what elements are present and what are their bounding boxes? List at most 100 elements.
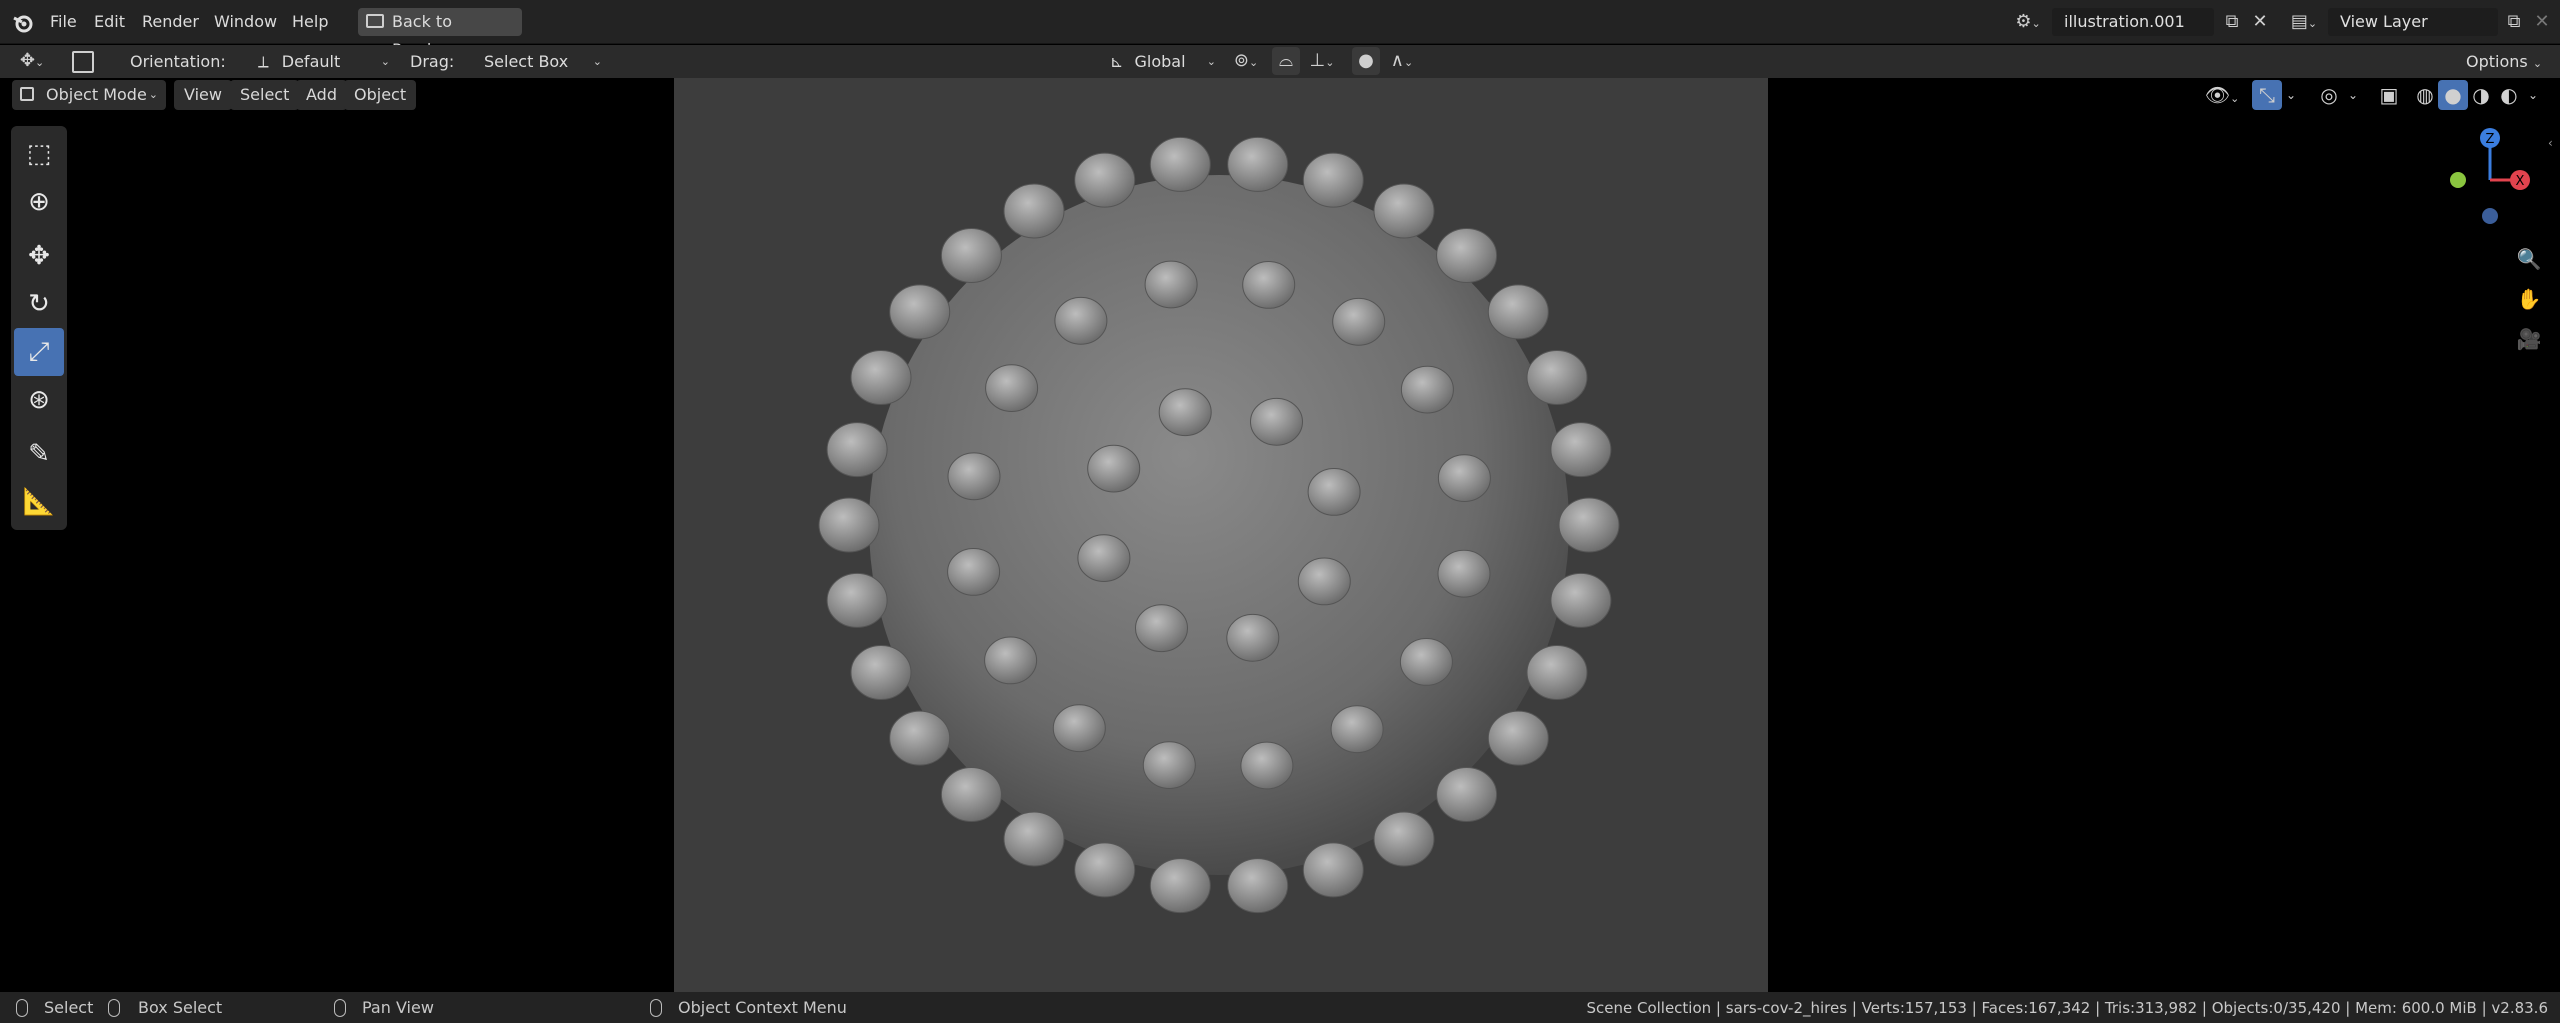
spike-protein <box>1526 645 1588 700</box>
spike-protein <box>1373 183 1435 239</box>
chevron-down-icon: ⌄ <box>592 55 602 68</box>
spike-protein <box>826 422 888 478</box>
menu-edit[interactable]: Edit <box>94 9 125 35</box>
pivot-point-icon[interactable]: ⊚⌄ <box>1228 47 1264 75</box>
gizmo-dropdown-icon[interactable]: ⌄ <box>2282 80 2300 110</box>
gizmo-z-label: Z <box>2486 132 2495 147</box>
spike-protein <box>1302 842 1364 898</box>
top-menu-bar: File Edit Render Window Help Back to Pre… <box>0 0 2560 59</box>
back-to-previous-button[interactable]: Back to Previous <box>358 8 522 59</box>
blender-logo-icon[interactable] <box>12 12 34 34</box>
scene-name-field[interactable]: illustration.001 <box>2052 8 2214 36</box>
spike-protein <box>1400 365 1454 414</box>
spike-protein <box>1437 454 1491 503</box>
options-dropdown[interactable]: Options ⌄ <box>2466 48 2546 76</box>
shading-dropdown-icon[interactable]: ⌄ <box>2524 80 2542 110</box>
gizmo-toggle-icon[interactable]: ⤡ <box>2252 80 2282 110</box>
orientation-dropdown[interactable]: ⟂ Default ⌄ <box>258 48 390 76</box>
gizmo-x-label: X <box>2516 174 2525 189</box>
snap-icon[interactable]: ⌓ <box>1272 47 1300 75</box>
object-mode-dropdown[interactable]: Object Mode ⌄ <box>12 80 166 110</box>
overlays-dropdown-icon[interactable]: ⌄ <box>2344 80 2362 110</box>
visibility-icon[interactable]: 👁⌄ <box>2202 80 2242 110</box>
spike-protein <box>940 228 1002 283</box>
spike-protein <box>1149 858 1211 914</box>
close-scene-icon[interactable]: ✕ <box>2246 8 2274 36</box>
spike-protein <box>984 636 1038 685</box>
view-layer-icon[interactable]: ▤⌄ <box>2284 8 2324 36</box>
view-layer-field[interactable]: View Layer <box>2328 8 2498 36</box>
menu-add[interactable]: Add <box>296 80 347 110</box>
spike-protein <box>1077 534 1131 583</box>
spike-protein <box>1302 152 1364 208</box>
zoom-icon[interactable]: 🔍 <box>2512 244 2546 278</box>
rendered-shading-icon[interactable]: ◐ <box>2494 80 2524 110</box>
spike-protein <box>1330 705 1384 754</box>
solid-shading-icon[interactable]: ● <box>2438 80 2468 110</box>
transform-orientation-icon: ⊾ <box>1110 52 1129 71</box>
active-tool-icon[interactable] <box>72 51 94 73</box>
screen-icon <box>366 14 384 28</box>
drag-value: Select Box <box>484 52 569 71</box>
drag-dropdown[interactable]: Select Box ⌄ <box>484 48 602 76</box>
xray-icon[interactable]: ▣ <box>2374 80 2404 110</box>
chevron-down-icon: ⌄ <box>380 55 390 68</box>
spike-protein <box>1158 388 1212 437</box>
spike-protein <box>947 548 1001 596</box>
drag-label: Drag: <box>410 52 455 71</box>
spike-protein <box>940 767 1002 822</box>
menu-view[interactable]: View <box>174 80 232 110</box>
rotate-icon[interactable]: ↻ <box>14 280 64 328</box>
spike-protein <box>1074 152 1136 208</box>
spike-protein <box>1437 549 1491 598</box>
sidebar-toggle-icon[interactable]: ‹ <box>2548 136 2553 150</box>
spike-protein <box>850 645 912 700</box>
menu-object[interactable]: Object <box>344 80 417 110</box>
camera-icon[interactable]: 🎥 <box>2512 324 2546 358</box>
scene-icon[interactable]: ⚙⌄ <box>2008 8 2048 36</box>
measure-icon[interactable]: 📐 <box>14 478 64 526</box>
status-context-menu: Object Context Menu <box>678 998 847 1017</box>
navigation-gizmo[interactable]: Z X <box>2440 124 2540 224</box>
spike-protein <box>1436 767 1498 822</box>
wireframe-shading-icon[interactable]: ◍ <box>2410 80 2440 110</box>
scene-statistics: Scene Collection | sars-cov-2_hires | Ve… <box>1586 999 2548 1017</box>
select-box-icon[interactable]: ⬚ <box>14 130 64 178</box>
spike-protein <box>1436 228 1498 283</box>
annotate-icon[interactable]: ✎ <box>14 430 64 478</box>
overlays-icon[interactable]: ◎ <box>2314 80 2344 110</box>
menu-file[interactable]: File <box>50 9 77 35</box>
spike-protein <box>1526 350 1588 405</box>
camera-view-frame <box>674 78 1768 992</box>
falloff-icon[interactable]: ∧⌄ <box>1384 47 1420 75</box>
material-shading-icon[interactable]: ◑ <box>2466 80 2496 110</box>
menu-select[interactable]: Select <box>230 80 300 110</box>
cursor-icon[interactable]: ⊕ <box>14 178 64 226</box>
scale-icon[interactable]: ⤢ <box>14 328 64 376</box>
spike-protein <box>1087 444 1141 493</box>
spike-protein <box>826 572 888 628</box>
new-scene-icon[interactable]: ⧉ <box>2218 8 2246 36</box>
move-icon[interactable]: ✥ <box>14 232 64 280</box>
chevron-down-icon: ⌄ <box>1206 55 1216 68</box>
spike-protein <box>985 364 1039 413</box>
editor-type-icon[interactable]: ✥⌄ <box>12 47 52 75</box>
transform-orientation-dropdown[interactable]: ⊾ Global ⌄ <box>1110 48 1216 76</box>
spike-protein <box>1373 811 1435 867</box>
transform-icon[interactable]: ⊛ <box>14 376 64 424</box>
menu-render[interactable]: Render <box>142 9 199 35</box>
spike-protein <box>1332 297 1386 346</box>
orientation-label: Orientation: <box>130 52 226 71</box>
spike-protein <box>850 350 912 405</box>
snap-element-icon[interactable]: ⊥⌄ <box>1304 47 1340 75</box>
menu-window[interactable]: Window <box>214 9 277 35</box>
mouse-middle-icon <box>334 999 346 1017</box>
3d-viewport[interactable]: Object Mode ⌄ View Select Add Object 👁⌄ … <box>0 78 2560 992</box>
spike-protein <box>1399 638 1453 686</box>
menu-help[interactable]: Help <box>292 9 328 35</box>
hand-icon[interactable]: ✋ <box>2512 284 2546 318</box>
proportional-edit-icon[interactable]: ● <box>1352 47 1380 75</box>
close-view-layer-icon[interactable]: ✕ <box>2528 8 2556 36</box>
new-view-layer-icon[interactable]: ⧉ <box>2500 8 2528 36</box>
spike-protein <box>1558 497 1620 553</box>
